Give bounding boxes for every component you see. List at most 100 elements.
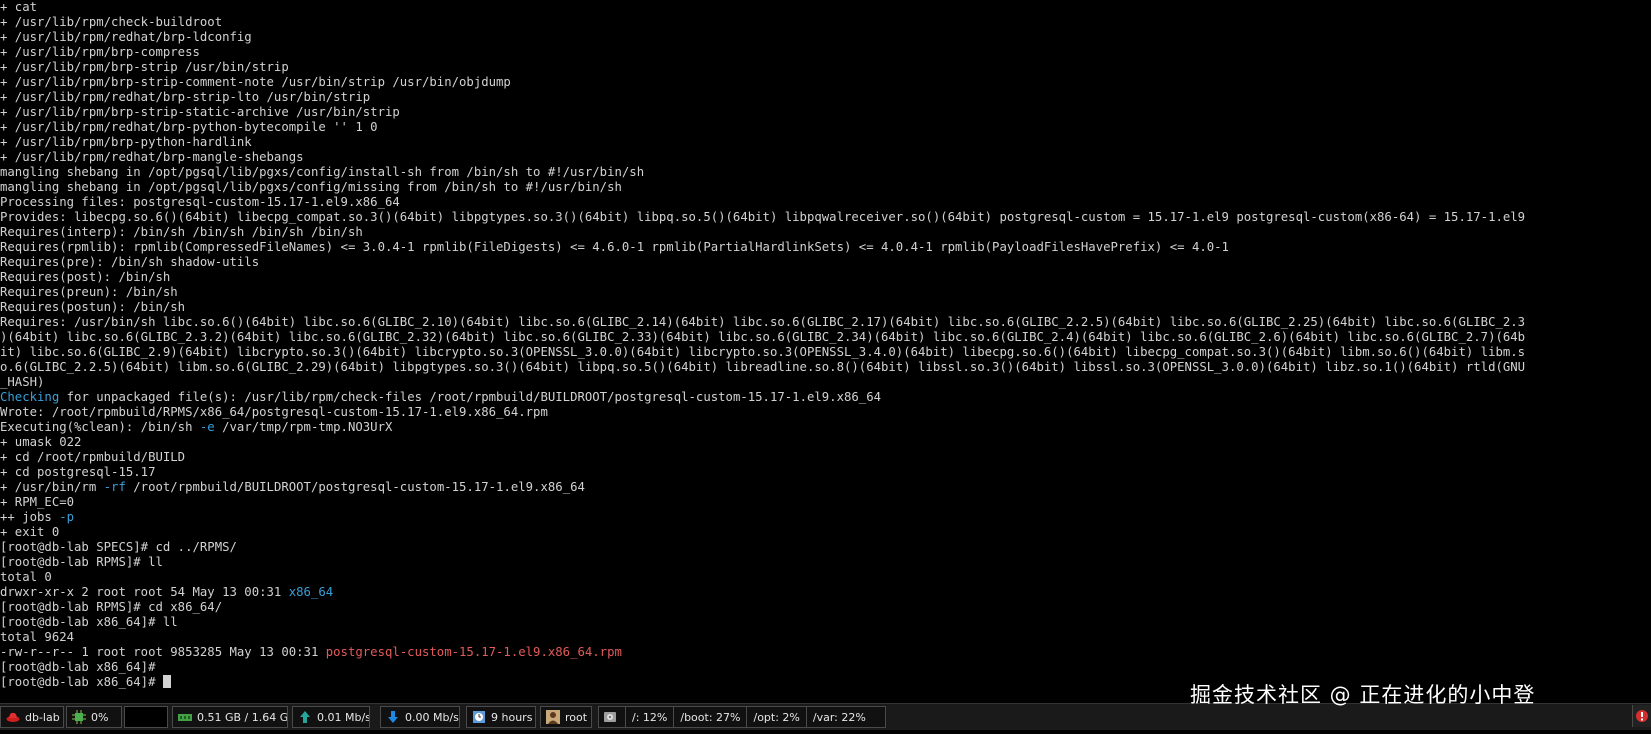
terminal-text: + /usr/lib/rpm/brp-strip-comment-note /u… <box>0 75 511 89</box>
terminal-text: + /usr/lib/rpm/brp-strip-static-archive … <box>0 105 400 119</box>
terminal-line: total 9624 <box>0 630 1651 645</box>
terminal-line: it) libc.so.6(GLIBC_2.9)(64bit) libcrypt… <box>0 345 1651 360</box>
terminal-text: drwxr-xr-x 2 root root 54 May 13 00:31 <box>0 585 289 599</box>
terminal-text: mangling shebang in /opt/pgsql/lib/pgxs/… <box>0 180 622 194</box>
terminal-text: /root/rpmbuild/BUILDROOT/postgresql-cust… <box>125 480 585 494</box>
upload-value: 0.01 Mb/s <box>317 710 370 724</box>
terminal-text: -rf <box>103 480 126 494</box>
terminal-text: [root@db-lab RPMS]# cd x86_64/ <box>0 600 223 614</box>
terminal-line: + /usr/lib/rpm/redhat/brp-strip-lto /usr… <box>0 90 1651 105</box>
terminal-text: + /usr/lib/rpm/brp-compress <box>0 45 200 59</box>
memory-segment[interactable]: 0.51 GB / 1.64 GB <box>172 706 288 728</box>
terminal-line: + /usr/lib/rpm/redhat/brp-mangle-shebang… <box>0 150 1651 165</box>
watermark-text: 掘金技术社区 @ 正在进化的小中登 <box>1190 683 1536 707</box>
terminal-text: postgresql-custom-15.17-1.el9.x86_64.rpm <box>325 645 622 659</box>
terminal-text: -p <box>59 510 75 524</box>
terminal-text: it) libc.so.6(GLIBC_2.9)(64bit) libcrypt… <box>0 345 1526 359</box>
terminal-line: Requires(postun): /bin/sh <box>0 300 1651 315</box>
terminal-line: + cd postgresql-15.17 <box>0 465 1651 480</box>
terminal-line: [root@db-lab x86_64]# <box>0 660 1651 675</box>
terminal-text: + /usr/lib/rpm/redhat/brp-strip-lto /usr… <box>0 90 371 104</box>
terminal-line: + /usr/lib/rpm/brp-compress <box>0 45 1651 60</box>
terminal-text: Provides: libecpg.so.6()(64bit) libecpg_… <box>0 210 1526 224</box>
terminal-line: Requires(interp): /bin/sh /bin/sh /bin/s… <box>0 225 1651 240</box>
alert-icon[interactable] <box>1632 705 1651 727</box>
terminal-text: [root@db-lab SPECS]# cd ../RPMS/ <box>0 540 237 554</box>
terminal-line: _HASH) <box>0 375 1651 390</box>
disk-boot-usage: /boot: 27% <box>673 707 746 727</box>
terminal-line: total 0 <box>0 570 1651 585</box>
terminal-text: o.6(GLIBC_2.2.5)(64bit) libm.so.6(GLIBC_… <box>0 360 1526 374</box>
terminal-text: Requires(rpmlib): rpmlib(CompressedFileN… <box>0 240 1229 254</box>
terminal-line: -rw-r--r-- 1 root root 9853285 May 13 00… <box>0 645 1651 660</box>
terminal-text: [root@db-lab x86_64]# <box>0 675 163 689</box>
uptime-value: 9 hours <box>491 710 533 724</box>
upload-segment[interactable]: 0.01 Mb/s <box>292 706 370 728</box>
disk-var-usage: /var: 22% <box>805 707 872 727</box>
terminal-line: o.6(GLIBC_2.2.5)(64bit) libm.so.6(GLIBC_… <box>0 360 1651 375</box>
terminal-text: Requires: /usr/bin/sh libc.so.6()(64bit)… <box>0 315 1526 329</box>
terminal-text: -e <box>199 420 215 434</box>
terminal-text: + RPM_EC=0 <box>0 495 75 509</box>
clock-icon <box>472 710 486 724</box>
terminal-text: -rw-r--r-- 1 root root 9853285 May 13 00… <box>0 645 326 659</box>
redhat-icon <box>6 710 20 724</box>
terminal-line: + /usr/bin/rm -rf /root/rpmbuild/BUILDRO… <box>0 480 1651 495</box>
terminal-line: + umask 022 <box>0 435 1651 450</box>
terminal-line: + /usr/lib/rpm/redhat/brp-ldconfig <box>0 30 1651 45</box>
terminal-text: Processing files: postgresql-custom-15.1… <box>0 195 400 209</box>
cpu-icon <box>72 710 86 724</box>
terminal-line: [root@db-lab SPECS]# cd ../RPMS/ <box>0 540 1651 555</box>
terminal-text: Checking <box>0 390 60 404</box>
terminal-text: + umask 022 <box>0 435 82 449</box>
user-icon <box>546 710 560 724</box>
terminal-text: + cat <box>0 0 38 14</box>
terminal-text: Wrote: /root/rpmbuild/RPMS/x86_64/postgr… <box>0 405 548 419</box>
cpu-segment[interactable]: 0% <box>66 706 122 728</box>
download-segment[interactable]: 0.00 Mb/s <box>380 706 460 728</box>
terminal-output[interactable]: + cat + /usr/lib/rpm/check-buildroot + /us… <box>0 0 1651 702</box>
terminal-text: + /usr/lib/rpm/brp-python-hardlink <box>0 135 252 149</box>
terminal-line: Checking for unpackaged file(s): /usr/li… <box>0 390 1651 405</box>
terminal-text: Requires(interp): /bin/sh /bin/sh /bin/s… <box>0 225 363 239</box>
terminal-text: [root@db-lab x86_64]# ll <box>0 615 178 629</box>
terminal-text: + exit 0 <box>0 525 60 539</box>
memory-icon <box>178 710 192 724</box>
download-arrow-icon <box>386 710 400 724</box>
terminal-line: + /usr/lib/rpm/brp-strip /usr/bin/strip <box>0 60 1651 75</box>
terminal-text: total 9624 <box>0 630 75 644</box>
terminal-text: total 0 <box>0 570 52 584</box>
terminal-text: + /usr/lib/rpm/check-buildroot <box>0 15 223 29</box>
terminal-line: + exit 0 <box>0 525 1651 540</box>
terminal-line: Requires(rpmlib): rpmlib(CompressedFileN… <box>0 240 1651 255</box>
terminal-line: Provides: libecpg.so.6()(64bit) libecpg_… <box>0 210 1651 225</box>
terminal-line: [root@db-lab RPMS]# ll <box>0 555 1651 570</box>
terminal-text: + /usr/lib/rpm/brp-strip /usr/bin/strip <box>0 60 289 74</box>
terminal-line: )(64bit) libc.so.6(GLIBC_2.3.2)(64bit) l… <box>0 330 1651 345</box>
terminal-text: ++ jobs <box>0 510 60 524</box>
download-value: 0.00 Mb/s <box>405 710 459 724</box>
disk-segment[interactable]: /: 12% /boot: 27% /opt: 2% /var: 22% <box>598 706 886 728</box>
terminal-text: mangling shebang in /opt/pgsql/lib/pgxs/… <box>0 165 645 179</box>
terminal-line: + cat <box>0 0 1651 15</box>
terminal-text: _HASH) <box>0 375 45 389</box>
terminal-text: Executing(%clean): /bin/sh <box>0 420 200 434</box>
terminal-line: [root@db-lab RPMS]# cd x86_64/ <box>0 600 1651 615</box>
cpu-graph <box>124 706 168 728</box>
terminal-text: Requires(preun): /bin/sh <box>0 285 178 299</box>
terminal-text: + cd /root/rpmbuild/BUILD <box>0 450 186 464</box>
terminal-line: + /usr/lib/rpm/brp-strip-static-archive … <box>0 105 1651 120</box>
terminal-line: Wrote: /root/rpmbuild/RPMS/x86_64/postgr… <box>0 405 1651 420</box>
user-value: root <box>565 710 588 724</box>
host-segment[interactable]: db-lab <box>0 706 64 728</box>
terminal-text: for unpackaged file(s): /usr/lib/rpm/che… <box>59 390 882 404</box>
disk-icon <box>603 710 617 724</box>
terminal-line: + RPM_EC=0 <box>0 495 1651 510</box>
terminal-line: Requires(post): /bin/sh <box>0 270 1651 285</box>
terminal-line: ++ jobs -p <box>0 510 1651 525</box>
terminal-text: x86_64 <box>288 585 334 599</box>
uptime-segment[interactable]: 9 hours <box>466 706 536 728</box>
terminal-text: + /usr/lib/rpm/redhat/brp-ldconfig <box>0 30 252 44</box>
user-segment[interactable]: root <box>540 706 592 728</box>
terminal-text: + /usr/lib/rpm/redhat/brp-python-bytecom… <box>0 120 378 134</box>
